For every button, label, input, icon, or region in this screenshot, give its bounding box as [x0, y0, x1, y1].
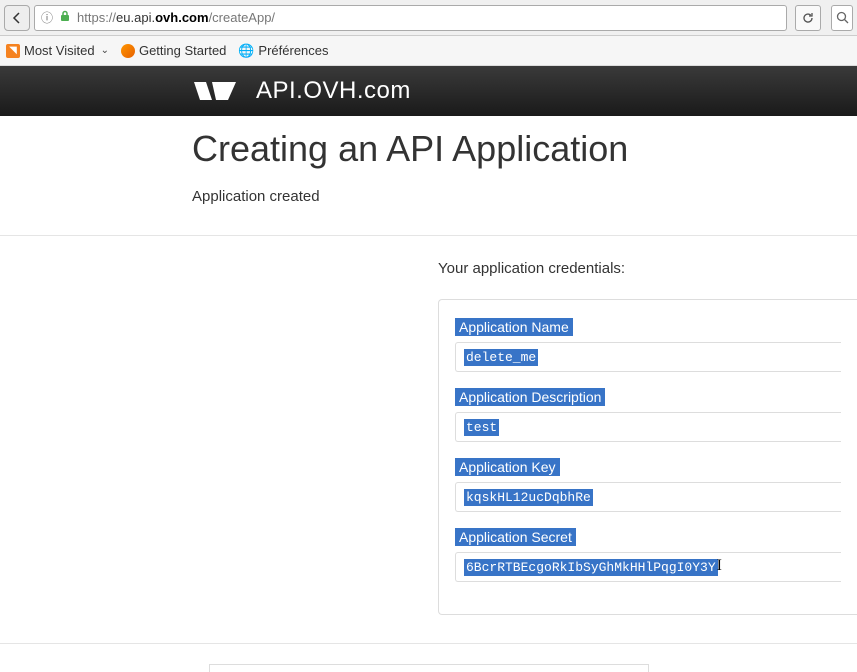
bookmark-preferences[interactable]: 🌐 Préférences: [238, 43, 328, 59]
search-box[interactable]: [831, 5, 853, 31]
page-header: API.OVH.com: [0, 66, 857, 116]
ovh-logo-icon: [192, 74, 246, 108]
bookmark-label: Getting Started: [139, 43, 226, 58]
firefox-icon: [121, 44, 135, 58]
page-subtitle: Application created: [192, 188, 857, 205]
bookmark-bar: ◥ Most Visited ⌄ Getting Started 🌐 Préfé…: [0, 36, 857, 66]
url-text: https://eu.api.ovh.com/createApp/: [77, 10, 780, 25]
app-secret-value-box: 6BcrRTBEcgoRkIbSyGhMkHHlPqgI0Y3Y: [455, 552, 841, 582]
bookmark-label: Most Visited: [24, 43, 95, 58]
browser-toolbar: ⓘ https://eu.api.ovh.com/createApp/: [0, 0, 857, 36]
page-title: Creating an API Application: [192, 128, 857, 170]
bookmark-most-visited[interactable]: ◥ Most Visited ⌄: [6, 43, 109, 58]
logo[interactable]: API.OVH.com: [192, 74, 411, 108]
chevron-down-icon: ⌄: [101, 45, 109, 56]
footer-input-box[interactable]: [209, 664, 649, 672]
app-desc-value-box: test: [455, 412, 841, 442]
reload-button[interactable]: [795, 5, 821, 31]
brand-text: API.OVH.com: [256, 77, 411, 105]
app-secret-value[interactable]: 6BcrRTBEcgoRkIbSyGhMkHHlPqgI0Y3Y: [464, 559, 718, 576]
credentials-intro: Your application credentials:: [438, 260, 857, 277]
back-button[interactable]: [4, 5, 30, 31]
bookmark-getting-started[interactable]: Getting Started: [121, 43, 226, 58]
main-content: Creating an API Application Application …: [0, 116, 857, 205]
bookmark-label: Préférences: [258, 43, 328, 58]
rss-icon: ◥: [6, 44, 20, 58]
app-name-label: Application Name: [455, 318, 573, 336]
globe-icon: 🌐: [238, 43, 254, 59]
app-key-label: Application Key: [455, 458, 560, 476]
app-key-value[interactable]: kqskHL12ucDqbhRe: [464, 489, 593, 506]
app-name-value[interactable]: delete_me: [464, 349, 538, 366]
text-cursor-icon: [720, 560, 721, 574]
app-secret-label: Application Secret: [455, 528, 576, 546]
footer-separator: [0, 643, 857, 644]
lock-icon: [59, 10, 71, 25]
credentials-section: Your application credentials: Applicatio…: [0, 236, 857, 615]
app-key-value-box: kqskHL12ucDqbhRe: [455, 482, 841, 512]
app-name-value-box: delete_me: [455, 342, 841, 372]
search-icon: [836, 11, 849, 24]
app-desc-value[interactable]: test: [464, 419, 499, 436]
info-icon: ⓘ: [41, 9, 53, 26]
url-bar[interactable]: ⓘ https://eu.api.ovh.com/createApp/: [34, 5, 787, 31]
credentials-panel: Application Name delete_me Application D…: [438, 299, 857, 615]
arrow-left-icon: [10, 11, 24, 25]
reload-icon: [801, 11, 815, 25]
app-desc-label: Application Description: [455, 388, 605, 406]
